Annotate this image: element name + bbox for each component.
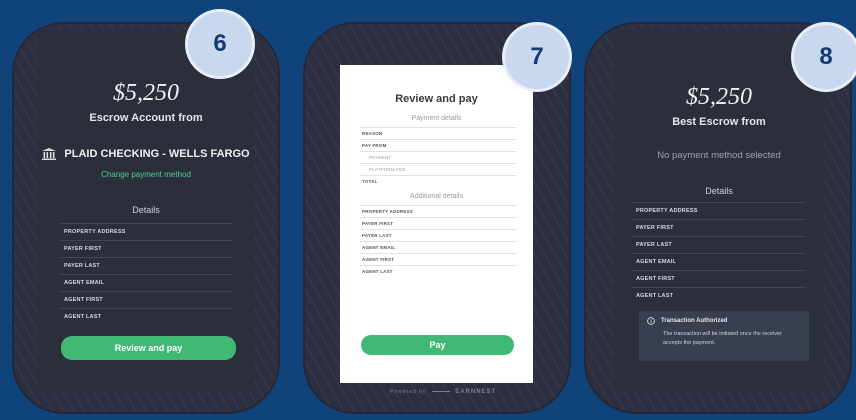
bank-account-row: PLAID CHECKING - WELLS FARGO — [38, 148, 254, 160]
powered-by-footer: Powered by EARNNEST — [390, 389, 496, 395]
bank-icon — [42, 148, 57, 160]
review-title: Review and pay — [395, 93, 478, 105]
brand-logo: EARNNEST — [455, 389, 497, 395]
field-agent-email: AGENT EMAIL — [60, 274, 232, 291]
field-property-address: PROPERTY ADDRESS — [60, 223, 232, 240]
payment-details-list: REASON PAY FROM PAYMENT PLATFORM FEE TOT… — [360, 127, 517, 187]
field-payer-first: PAYER FIRST — [632, 219, 806, 236]
pay-button[interactable]: Pay — [361, 335, 514, 355]
details-title: Details — [705, 186, 733, 196]
payment-amount: $5,250 — [113, 80, 179, 106]
info-icon — [647, 317, 655, 325]
field-agent-last: AGENT LAST — [60, 308, 232, 325]
notice-body: The transaction will be initiated once t… — [663, 331, 782, 347]
field-agent-email: AGENT EMAIL — [632, 253, 806, 270]
powered-by-label: Powered by — [390, 389, 427, 395]
additional-details-title: Additional details — [410, 193, 463, 200]
field-payment: PAYMENT — [360, 151, 517, 163]
field-total: TOTAL — [360, 175, 517, 187]
field-platform-fee: PLATFORM FEE — [360, 163, 517, 175]
field-reason: REASON — [360, 127, 517, 139]
bank-name: PLAID CHECKING - WELLS FARGO — [64, 148, 250, 160]
field-payer-last: PAYER LAST — [60, 257, 232, 274]
field-agent-last: AGENT LAST — [360, 265, 517, 277]
field-pay-from: PAY FROM — [360, 139, 517, 151]
details-title: Details — [132, 205, 160, 215]
escrow-subtitle: Escrow Account from — [89, 112, 203, 124]
notice-title: Transaction Authorized — [661, 318, 728, 324]
transaction-authorized-notice: Transaction Authorized The transaction w… — [639, 311, 809, 361]
payment-amount: $5,250 — [686, 84, 752, 110]
field-property-address: PROPERTY ADDRESS — [632, 202, 806, 219]
payment-details-title: Payment details — [411, 115, 462, 122]
field-payer-last: PAYER LAST — [632, 236, 806, 253]
field-payer-first: PAYER FIRST — [60, 240, 232, 257]
details-list: PROPERTY ADDRESS PAYER FIRST PAYER LAST … — [60, 223, 232, 325]
footer-divider — [431, 391, 450, 393]
field-payer-last: PAYER LAST — [360, 229, 517, 241]
field-agent-last: AGENT LAST — [632, 287, 806, 304]
details-list: PROPERTY ADDRESS PAYER FIRST PAYER LAST … — [632, 202, 806, 304]
escrow-subtitle: Best Escrow from — [672, 116, 766, 128]
field-property-address: PROPERTY ADDRESS — [360, 205, 517, 217]
field-payer-first: PAYER FIRST — [360, 217, 517, 229]
notice-header: Transaction Authorized — [647, 317, 801, 325]
review-and-pay-button[interactable]: Review and pay — [61, 336, 236, 360]
field-agent-first: AGENT FIRST — [60, 291, 232, 308]
step-badge-7: 7 — [505, 25, 569, 89]
field-agent-first: AGENT FIRST — [360, 253, 517, 265]
no-payment-method-text: No payment method selected — [657, 150, 781, 161]
field-agent-first: AGENT FIRST — [632, 270, 806, 287]
field-agent-email: AGENT EMAIL — [360, 241, 517, 253]
additional-details-list: PROPERTY ADDRESS PAYER FIRST PAYER LAST … — [360, 205, 517, 277]
change-payment-method-link[interactable]: Change payment method — [38, 170, 254, 179]
step-badge-6: 6 — [188, 12, 252, 76]
step-badge-8: 8 — [794, 25, 856, 89]
